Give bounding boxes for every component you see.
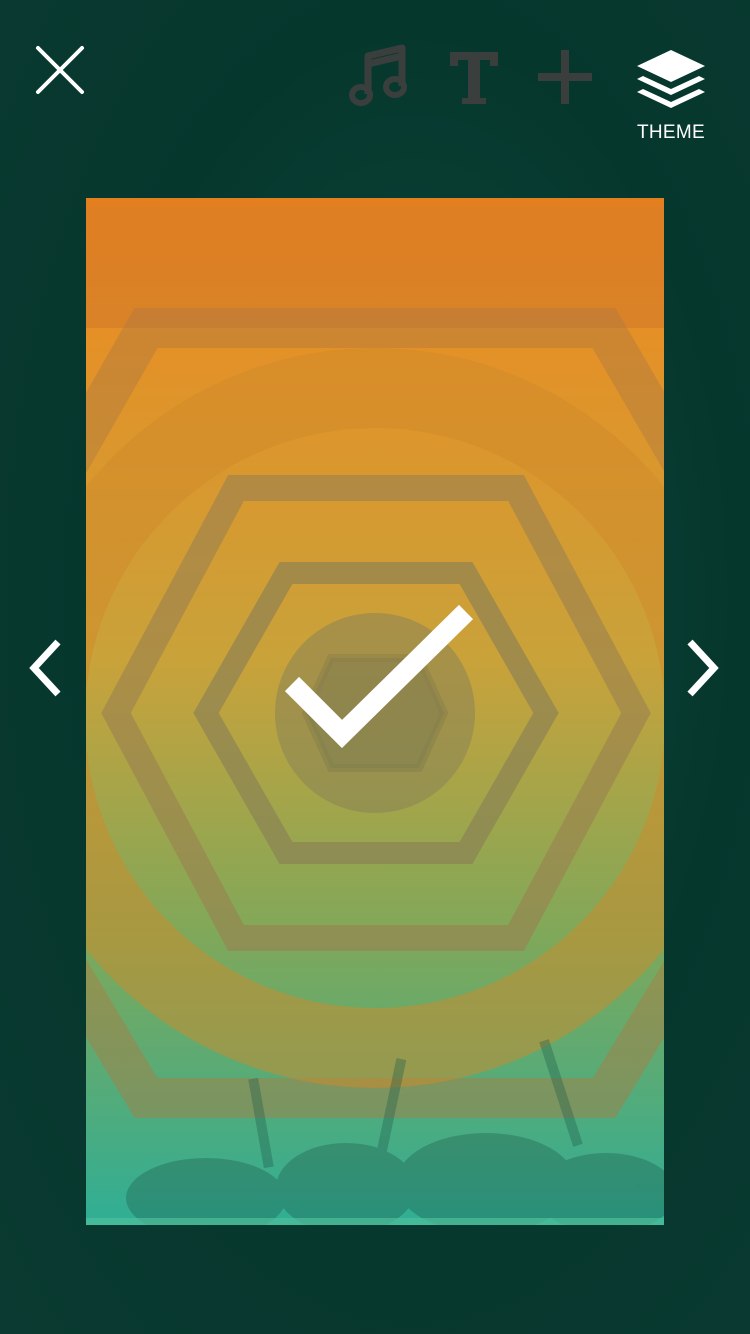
theme-preview-card[interactable] bbox=[86, 198, 664, 1225]
music-note-icon bbox=[349, 44, 407, 106]
next-theme-button[interactable] bbox=[678, 634, 728, 702]
checkmark-icon bbox=[284, 604, 474, 748]
add-button[interactable] bbox=[534, 46, 596, 108]
music-button[interactable] bbox=[346, 42, 410, 110]
text-button[interactable] bbox=[444, 46, 504, 108]
chevron-right-icon bbox=[687, 639, 719, 697]
theme-label: THEME bbox=[637, 122, 705, 143]
close-button[interactable] bbox=[30, 40, 90, 100]
plus-icon bbox=[538, 50, 592, 104]
chevron-left-icon bbox=[29, 639, 61, 697]
layers-icon bbox=[637, 50, 705, 108]
close-icon bbox=[36, 46, 84, 94]
text-icon bbox=[450, 52, 498, 104]
previous-theme-button[interactable] bbox=[22, 634, 72, 702]
